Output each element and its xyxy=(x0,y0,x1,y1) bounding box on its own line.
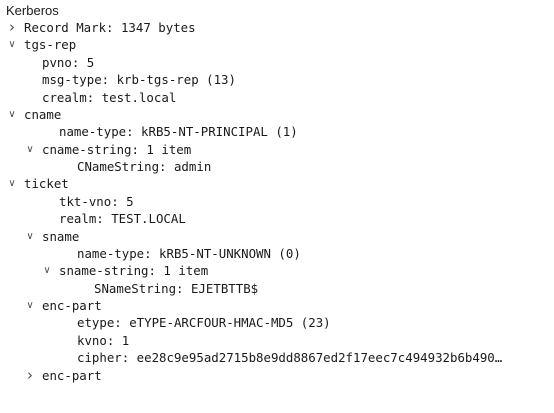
tree-row[interactable]: cipher: ee28c9e95ad2715b8e9dd8867ed2f17e… xyxy=(0,349,554,366)
tree-row-label: crealm: test.local xyxy=(42,90,177,105)
tree-row-label: CNameString: admin xyxy=(77,159,212,174)
chevron-right-icon[interactable]: › xyxy=(6,19,18,36)
tree-row-label: ticket xyxy=(24,176,69,191)
tree-row[interactable]: crealm: test.local xyxy=(0,89,554,106)
chevron-down-icon[interactable]: ∨ xyxy=(6,36,18,53)
protocol-header-label: Kerberos xyxy=(6,3,59,18)
tree-row-label: tgs-rep xyxy=(24,37,77,52)
tree-row-label: sname xyxy=(42,229,80,244)
tree-row-label: sname-string: 1 item xyxy=(59,263,209,278)
tree-row[interactable]: ∨ tgs-rep xyxy=(0,36,554,53)
tree-row[interactable]: name-type: kRB5-NT-PRINCIPAL (1) xyxy=(0,123,554,140)
tree-row-label: cname-string: 1 item xyxy=(42,142,192,157)
tree-row[interactable]: ∨ cname-string: 1 item xyxy=(0,141,554,158)
chevron-down-icon[interactable]: ∨ xyxy=(41,262,53,279)
tree-row-label: enc-part xyxy=(42,368,102,383)
tree-row[interactable]: ∨ cname xyxy=(0,106,554,123)
tree-row[interactable]: › Record Mark: 1347 bytes xyxy=(0,19,554,36)
tree-row[interactable]: ∨ sname-string: 1 item xyxy=(0,262,554,279)
tree-row[interactable]: pvno: 5 xyxy=(0,54,554,71)
tree-row-label: Record Mark: 1347 bytes xyxy=(24,20,196,35)
tree-row-label: enc-part xyxy=(42,298,102,313)
tree-row[interactable]: tkt-vno: 5 xyxy=(0,193,554,210)
packet-detail-tree: Kerberos › Record Mark: 1347 bytes ∨ tgs-re… xyxy=(0,0,554,413)
tree-row[interactable]: › enc-part xyxy=(0,367,554,384)
tree-row[interactable]: msg-type: krb-tgs-rep (13) xyxy=(0,71,554,88)
tree-row-label: msg-type: krb-tgs-rep (13) xyxy=(42,72,236,87)
tree-row-label: cname xyxy=(24,107,62,122)
tree-row-label: SNameString: EJETBTTB$ xyxy=(94,281,259,296)
chevron-down-icon[interactable]: ∨ xyxy=(6,106,18,123)
tree-row-label: name-type: kRB5-NT-PRINCIPAL (1) xyxy=(59,124,298,139)
tree-row-label: kvno: 1 xyxy=(77,333,130,348)
chevron-down-icon[interactable]: ∨ xyxy=(24,228,36,245)
tree-row[interactable]: realm: TEST.LOCAL xyxy=(0,210,554,227)
tree-row-label: name-type: kRB5-NT-UNKNOWN (0) xyxy=(77,246,301,261)
tree-row[interactable]: ∨ ticket xyxy=(0,175,554,192)
tree-row-label: tkt-vno: 5 xyxy=(59,194,134,209)
tree-row[interactable]: ∨ enc-part xyxy=(0,297,554,314)
tree-row-label: etype: eTYPE-ARCFOUR-HMAC-MD5 (23) xyxy=(77,315,331,330)
tree-row[interactable]: CNameString: admin xyxy=(0,158,554,175)
tree-row-label: cipher: ee28c9e95ad2715b8e9dd8867ed2f17e… xyxy=(77,350,503,365)
chevron-down-icon[interactable]: ∨ xyxy=(24,297,36,314)
chevron-down-icon[interactable]: ∨ xyxy=(6,175,18,192)
tree-row-label: realm: TEST.LOCAL xyxy=(59,211,186,226)
tree-row[interactable]: etype: eTYPE-ARCFOUR-HMAC-MD5 (23) xyxy=(0,314,554,331)
tree-row-label: pvno: 5 xyxy=(42,55,95,70)
chevron-down-icon[interactable]: ∨ xyxy=(24,141,36,158)
tree-row[interactable]: ∨ sname xyxy=(0,228,554,245)
tree-row[interactable]: SNameString: EJETBTTB$ xyxy=(0,280,554,297)
chevron-right-icon[interactable]: › xyxy=(24,367,36,384)
tree-row[interactable]: kvno: 1 xyxy=(0,332,554,349)
tree-row[interactable]: name-type: kRB5-NT-UNKNOWN (0) xyxy=(0,245,554,262)
